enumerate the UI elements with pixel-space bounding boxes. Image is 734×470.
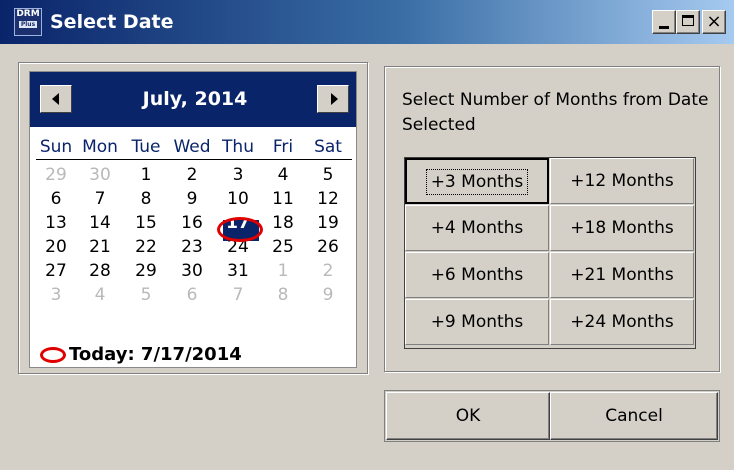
day-cell[interactable]: 22 — [126, 236, 166, 258]
month-calendar[interactable]: July, 2014 Sun Mon Tue Wed Thu Fri Sat 29 30 1 2 3… — [29, 71, 357, 368]
day-cell[interactable]: 7 — [218, 284, 258, 306]
calendar-header: July, 2014 — [30, 72, 356, 127]
day-cell[interactable]: 16 — [172, 212, 212, 234]
day-cell[interactable]: 27 — [36, 260, 76, 282]
months-button-label: +6 Months — [430, 265, 524, 285]
months-button-12[interactable]: +12 Months — [550, 158, 694, 204]
day-cell[interactable]: 3 — [218, 164, 258, 186]
day-cell[interactable]: 7 — [80, 188, 120, 210]
months-button-label: +9 Months — [430, 312, 524, 332]
day-name-sun: Sun — [39, 137, 73, 157]
calendar-week-row: 6 7 8 9 10 11 12 — [36, 188, 354, 210]
select-date-dialog: DRM Plus Select Date × July, 2014 Sun Mon… — [0, 0, 734, 470]
day-cell[interactable]: 26 — [308, 236, 348, 258]
today-circle-marker — [217, 217, 263, 242]
day-cell[interactable]: 6 — [172, 284, 212, 306]
day-name-wed: Wed — [173, 137, 211, 157]
close-button[interactable]: × — [702, 10, 726, 34]
day-cell[interactable]: 8 — [126, 188, 166, 210]
day-cell[interactable]: 31 — [218, 260, 258, 282]
cancel-button[interactable]: Cancel — [550, 392, 718, 440]
prev-month-button[interactable] — [40, 85, 72, 113]
months-button-label: +12 Months — [570, 171, 674, 191]
month-year-label[interactable]: July, 2014 — [90, 86, 300, 112]
day-of-week-header: Sun Mon Tue Wed Thu Fri Sat — [36, 136, 354, 158]
title-bar[interactable]: DRM Plus Select Date × — [0, 0, 734, 44]
today-circle-icon — [40, 347, 66, 363]
day-cell[interactable]: 4 — [80, 284, 120, 306]
calendar-week-row: 3456789 — [36, 284, 354, 306]
day-cell[interactable]: 14 — [80, 212, 120, 234]
calendar-week-row: 13 14 15 16 17 18 19 — [36, 212, 354, 234]
calendar-week-row: 20 21 22 23 24 25 26 — [36, 236, 354, 258]
day-cell[interactable]: 18 — [263, 212, 303, 234]
day-cell[interactable]: 9 — [308, 284, 348, 306]
day-header-divider — [36, 159, 352, 160]
months-button-label: +4 Months — [430, 218, 524, 238]
day-name-mon: Mon — [82, 137, 118, 157]
calendar-week-row: 29 30 1 2 3 4 5 — [36, 164, 354, 186]
day-cell[interactable]: 19 — [308, 212, 348, 234]
maximize-button[interactable] — [676, 10, 700, 34]
months-button-24[interactable]: +24 Months — [550, 299, 694, 345]
months-instruction-label: Select Number of Months from Date Select… — [402, 90, 709, 135]
ok-button[interactable]: OK — [386, 392, 550, 440]
months-button-9[interactable]: +9 Months — [405, 299, 549, 345]
app-icon-subtext: Plus — [19, 21, 37, 28]
day-cell[interactable]: 8 — [263, 284, 303, 306]
day-cell[interactable]: 11 — [263, 188, 303, 210]
day-cell[interactable]: 1 — [126, 164, 166, 186]
next-month-button[interactable] — [317, 85, 349, 113]
day-cell[interactable]: 5 — [126, 284, 166, 306]
day-cell[interactable]: 6 — [36, 188, 76, 210]
drm-app-icon: DRM Plus — [14, 8, 42, 36]
calendar-week-row: 27 28 29 30 31 1 2 — [36, 260, 354, 282]
day-cell[interactable]: 10 — [218, 188, 258, 210]
day-cell[interactable]: 3 — [36, 284, 76, 306]
day-cell[interactable]: 4 — [263, 164, 303, 186]
today-link[interactable]: Today: 7/17/2014 — [69, 342, 242, 368]
day-cell[interactable]: 9 — [172, 188, 212, 210]
day-cell[interactable]: 5 — [308, 164, 348, 186]
day-cell[interactable]: 23 — [172, 236, 212, 258]
day-cell[interactable]: 28 — [80, 260, 120, 282]
months-button-grid: +3 Months +12 Months +4 Months +18 Months +6… — [404, 157, 696, 349]
months-button-label: +3 Months — [425, 169, 529, 195]
close-icon: × — [706, 11, 722, 32]
day-cell[interactable]: 20 — [36, 236, 76, 258]
months-button-21[interactable]: +21 Months — [550, 252, 694, 298]
day-cell[interactable]: 2 — [172, 164, 212, 186]
day-cell[interactable]: 29 — [126, 260, 166, 282]
app-icon-text: DRM — [16, 9, 40, 19]
months-button-label: +21 Months — [570, 265, 674, 285]
day-cell[interactable]: 13 — [36, 212, 76, 234]
day-cell[interactable]: 25 — [263, 236, 303, 258]
months-button-18[interactable]: +18 Months — [550, 205, 694, 251]
day-name-thu: Thu — [222, 137, 254, 157]
day-cell[interactable]: 21 — [80, 236, 120, 258]
months-button-label: +18 Months — [570, 218, 674, 238]
window-title: Select Date — [50, 11, 174, 33]
day-cell[interactable]: 30 — [172, 260, 212, 282]
day-cell[interactable]: 1 — [263, 260, 303, 282]
months-button-4[interactable]: +4 Months — [405, 205, 549, 251]
months-button-6[interactable]: +6 Months — [405, 252, 549, 298]
minimize-button[interactable] — [652, 10, 676, 34]
day-cell[interactable]: 15 — [126, 212, 166, 234]
day-cell[interactable]: 30 — [80, 164, 120, 186]
day-cell[interactable]: 2 — [308, 260, 348, 282]
day-name-fri: Fri — [272, 137, 294, 157]
months-button-3[interactable]: +3 Months — [405, 158, 549, 204]
day-cell[interactable]: 12 — [308, 188, 348, 210]
day-cell[interactable]: 29 — [36, 164, 76, 186]
day-name-tue: Tue — [131, 137, 161, 157]
day-name-sat: Sat — [314, 137, 342, 157]
months-button-label: +24 Months — [570, 312, 674, 332]
